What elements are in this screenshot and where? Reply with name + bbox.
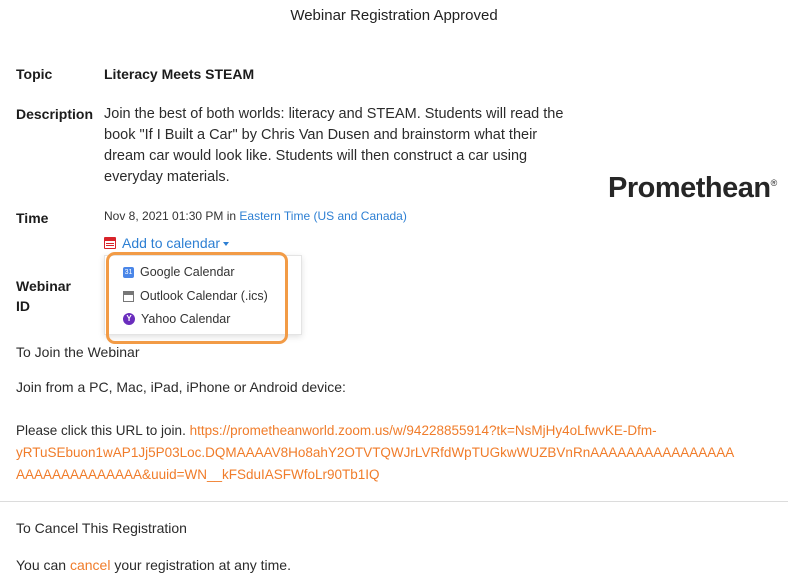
cancel-link[interactable]: cancel [70,557,110,573]
join-url-link[interactable]: https://prometheanworld.zoom.us/w/942288… [190,423,657,438]
highlight-outline [106,252,288,344]
add-to-calendar-label: Add to calendar [122,235,221,251]
webinar-id-label-line2: ID [16,298,30,314]
time-value: Nov 8, 2021 01:30 PM in Eastern Time (US… [104,209,407,223]
registered-mark: ® [770,178,778,188]
webinar-id-label-line1: Webinar [16,278,71,294]
time-label: Time [16,210,49,226]
add-to-calendar-button[interactable]: Add to calendar [104,235,230,251]
join-url-link-end[interactable]: AAAAAAAAAAAAAA&uuid=WN__kFSduIASFWfoLr90… [16,464,786,486]
description-text: Join the best of both worlds: literacy a… [104,104,604,188]
cancel-heading: To Cancel This Registration [16,520,187,536]
topic-value: Literacy Meets STEAM [104,66,255,82]
description-line: everyday materials. [104,169,230,185]
join-url-link-cont[interactable]: yRTuSEbuon1wAP1Jj5P03Loc.DQMAAAAV8Ho8ahY… [16,442,786,464]
join-devices-text: Join from a PC, Mac, iPad, iPhone or And… [16,379,346,395]
description-label: Description [16,106,94,122]
cancel-suffix: your registration at any time. [110,557,291,573]
description-line: dream car would look like. Students will… [104,148,528,164]
page-title: Webinar Registration Approved [290,7,498,24]
cancel-prefix: You can [16,557,70,573]
join-url-block: Please click this URL to join. https://p… [16,420,786,486]
caret-down-icon [223,242,230,246]
timezone-link[interactable]: Eastern Time (US and Canada) [239,209,406,223]
join-heading: To Join the Webinar [16,344,140,360]
cancel-text: You can cancel your registration at any … [16,557,291,573]
logo-text: Promethean [608,172,771,204]
topic-label: Topic [16,66,53,82]
webinar-id-label: Webinar ID [16,278,71,314]
description-line: Join the best of both worlds: literacy a… [104,106,564,122]
section-divider [0,501,788,502]
promethean-logo: Promethean® [608,172,777,205]
time-datetime: Nov 8, 2021 01:30 PM in [104,209,240,223]
join-prompt: Please click this URL to join. [16,423,190,438]
calendar-icon [104,237,116,249]
description-line: book "If I Built a Car" by Chris Van Dus… [104,127,538,143]
